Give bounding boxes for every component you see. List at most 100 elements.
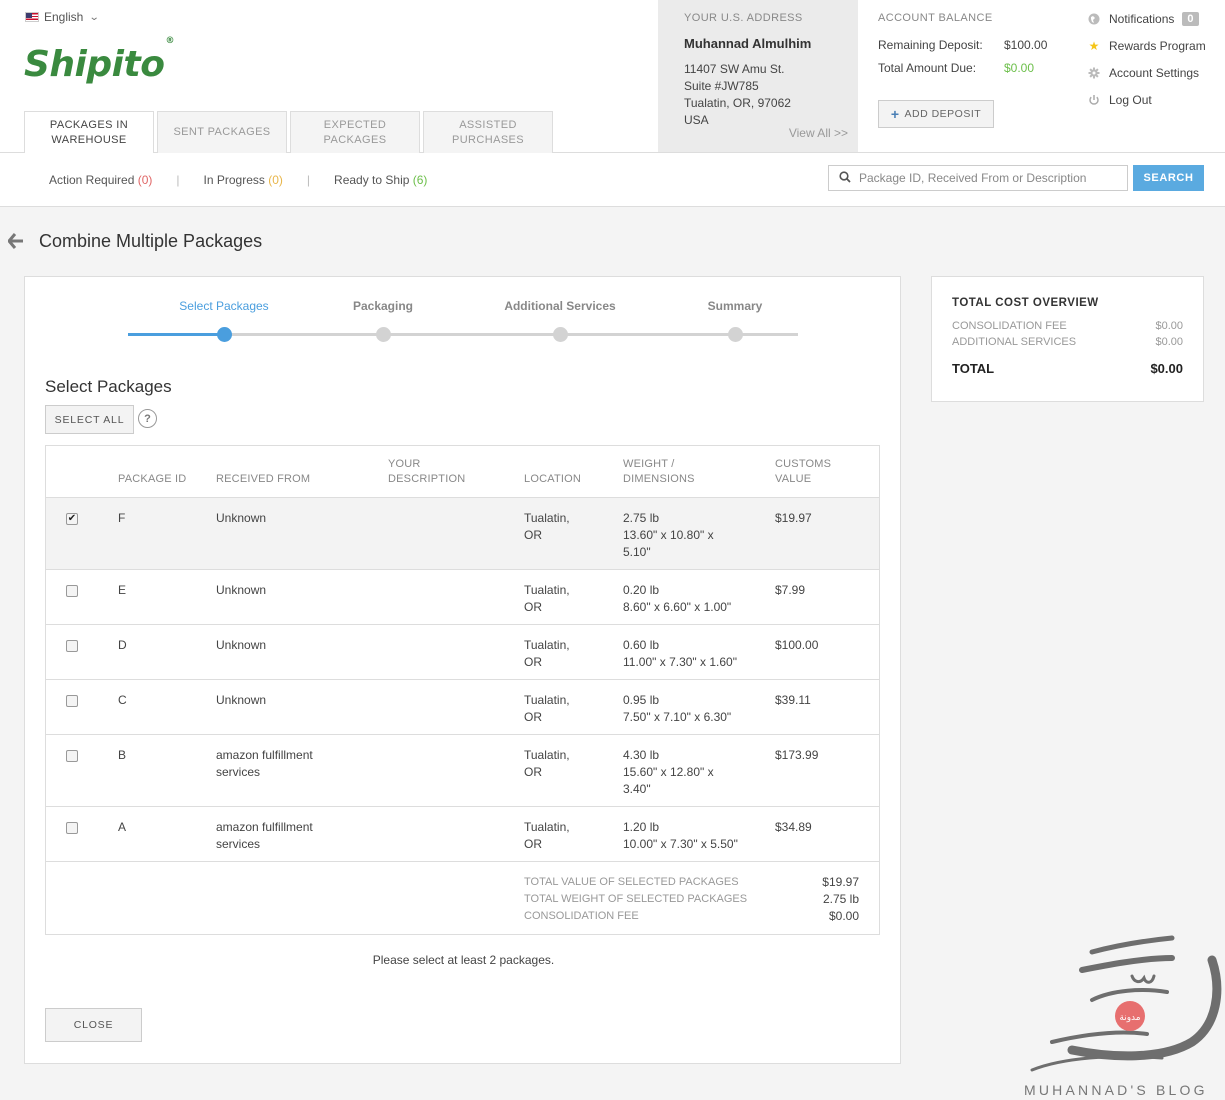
close-button[interactable]: CLOSE [45, 1008, 142, 1042]
table-row[interactable]: ✔ F Unknown Tualatin, OR 2.75 lb 13.60" x 10.8… [46, 498, 879, 570]
tab-packages-in-warehouse[interactable]: PACKAGES IN WAREHOUSE [24, 111, 154, 154]
step-label: Packaging [352, 299, 414, 313]
balance-heading: ACCOUNT BALANCE [878, 12, 993, 24]
step-item: Select Packages [144, 299, 304, 313]
step-label: Summary [707, 299, 763, 313]
table-row[interactable]: C Unknown Tualatin, OR 0.95 lb 7.50" x 7.10" … [46, 680, 879, 735]
amount-due-row: Total Amount Due: $0.00 [878, 61, 1078, 75]
rewards-label: Rewards Program [1109, 39, 1206, 53]
package-checkbox[interactable] [66, 822, 78, 834]
section-title: Select Packages [45, 377, 172, 396]
customs-value: $173.99 [775, 748, 819, 762]
settings-label: Account Settings [1109, 66, 1200, 80]
help-icon[interactable]: ? [138, 409, 157, 428]
dimensions: 7.50" x 7.10" x 6.30" [623, 710, 732, 724]
log-out-link[interactable]: Log Out [1088, 91, 1218, 109]
location-line: OR [524, 765, 542, 779]
total-cost-overview: TOTAL COST OVERVIEW CONSOLIDATION FEE $0… [931, 276, 1204, 402]
table-row[interactable]: Aamazon fulfillment services Tualatin, OR 1.… [46, 807, 879, 862]
step-dot [552, 327, 568, 342]
add-deposit-button[interactable]: + ADD DEPOSIT [878, 100, 994, 128]
weight-dimensions: 4.30 lb 15.60" x 12.80" x 3.40" [623, 747, 714, 798]
amount-due-label: Total Amount Due: [878, 61, 977, 75]
summary-values: $19.97 2.75 lb $0.00 [822, 874, 859, 925]
location: Tualatin, OR [524, 692, 570, 726]
packages-table: PACKAGE ID RECEIVED FROM YOUR DESCRIPTIO… [45, 445, 880, 935]
weight-dimensions: 0.95 lb 7.50" x 7.10" x 6.30" [623, 692, 731, 726]
tab-label: EXPECTED PACKAGES [323, 118, 387, 146]
location-line: Tualatin, [524, 748, 570, 762]
notifications-link[interactable]: Notifications 0 [1088, 10, 1218, 28]
weight-dimensions: 2.75 lb 13.60" x 10.80" x 5.10" [623, 510, 714, 561]
filter-in-progress[interactable]: In Progress (0) [204, 173, 283, 187]
search-input[interactable] [859, 171, 1119, 185]
location: Tualatin, OR [524, 819, 570, 853]
received-from: amazon fulfillment services [216, 819, 313, 853]
step-dot [375, 327, 391, 342]
tab-sent-packages[interactable]: SENT PACKAGES [157, 111, 287, 153]
watermark-caption: MUHANNAD'S BLOG [1024, 1082, 1208, 1098]
package-id: A [118, 820, 127, 834]
view-all-addresses-link[interactable]: View All >> [789, 126, 848, 140]
package-checkbox[interactable]: ✔ [66, 513, 78, 525]
dimensions: 8.60" x 6.60" x 1.00" [623, 600, 732, 614]
filter-action-required[interactable]: Action Required (0) [49, 173, 152, 187]
package-id: D [118, 638, 127, 652]
received-from: amazon fulfillment services [216, 747, 313, 781]
package-checkbox[interactable] [66, 640, 78, 652]
received-from-line: amazon fulfillment [216, 748, 313, 762]
column-header-description: YOUR DESCRIPTION [388, 458, 466, 485]
dimensions: 15.60" x 12.80" x [623, 765, 714, 779]
table-row[interactable]: Bamazon fulfillment services Tualatin, OR 4.… [46, 735, 879, 807]
address-line: Suite #JW785 [684, 79, 759, 93]
add-deposit-label: ADD DEPOSIT [904, 108, 982, 120]
location: Tualatin, OR [524, 637, 570, 671]
shipito-logo[interactable]: Shipito® [24, 36, 174, 85]
step-item: Summary [655, 299, 815, 313]
cost-total-value: $0.00 [1150, 361, 1183, 376]
language-label: English [44, 10, 84, 24]
notifications-count-badge: 0 [1182, 12, 1199, 26]
location-line: OR [524, 710, 542, 724]
customs-value: $39.11 [775, 693, 811, 707]
tab-assisted-purchases[interactable]: ASSISTED PURCHASES [423, 111, 553, 153]
us-address-panel: YOUR U.S. ADDRESS Muhannad Almulhim 1140… [658, 0, 858, 152]
summary-labels: TOTAL VALUE OF SELECTED PACKAGES TOTAL W… [524, 874, 747, 925]
progress-stepper: Select Packages Packaging Additional Servi… [128, 299, 798, 349]
language-selector[interactable]: English ⌄ [25, 10, 100, 24]
watermark-badge-text: مدونة [1119, 1013, 1140, 1023]
table-row[interactable]: D Unknown Tualatin, OR 0.60 lb 11.00" x 7.30"… [46, 625, 879, 680]
weight: 2.75 lb [623, 511, 660, 525]
location-line: OR [524, 600, 542, 614]
package-checkbox[interactable] [66, 695, 78, 707]
location-line: Tualatin, [524, 511, 570, 525]
power-icon [1088, 94, 1100, 106]
table-body: ✔ F Unknown Tualatin, OR 2.75 lb 13.60" x 10.8… [46, 498, 879, 862]
tab-expected-packages[interactable]: EXPECTED PACKAGES [290, 111, 420, 153]
filter-ready-to-ship[interactable]: Ready to Ship (6) [334, 173, 427, 187]
package-checkbox[interactable] [66, 750, 78, 762]
package-checkbox[interactable] [66, 585, 78, 597]
user-menu: Notifications 0 ★ Rewards Program Accoun… [1088, 10, 1218, 118]
step-label: Additional Services [504, 299, 616, 313]
address-line: 11407 SW Amu St. [684, 62, 785, 76]
back-arrow-icon[interactable] [7, 231, 24, 251]
rewards-program-link[interactable]: ★ Rewards Program [1088, 37, 1218, 55]
step-item: Additional Services [480, 299, 640, 313]
select-all-button[interactable]: SELECT ALL [45, 405, 134, 434]
stepper-track-complete [128, 333, 224, 336]
location: Tualatin, OR [524, 747, 570, 781]
received-from: Unknown [216, 510, 266, 527]
filter-label: Ready to Ship [334, 173, 410, 187]
search-field [828, 165, 1128, 191]
weight-dimensions: 0.20 lb 8.60" x 6.60" x 1.00" [623, 582, 731, 616]
account-settings-link[interactable]: Account Settings [1088, 64, 1218, 82]
remaining-deposit-label: Remaining Deposit: [878, 38, 983, 52]
search-button[interactable]: SEARCH [1133, 165, 1204, 191]
weight: 0.20 lb [623, 583, 660, 597]
remaining-deposit-value: $100.00 [1004, 38, 1048, 52]
filter-separator: | [176, 173, 180, 187]
combine-packages-panel: Select Packages Packaging Additional Servi… [24, 276, 901, 1064]
table-header: PACKAGE ID RECEIVED FROM YOUR DESCRIPTIO… [46, 446, 879, 498]
table-row[interactable]: E Unknown Tualatin, OR 0.20 lb 8.60" x 6.60" … [46, 570, 879, 625]
